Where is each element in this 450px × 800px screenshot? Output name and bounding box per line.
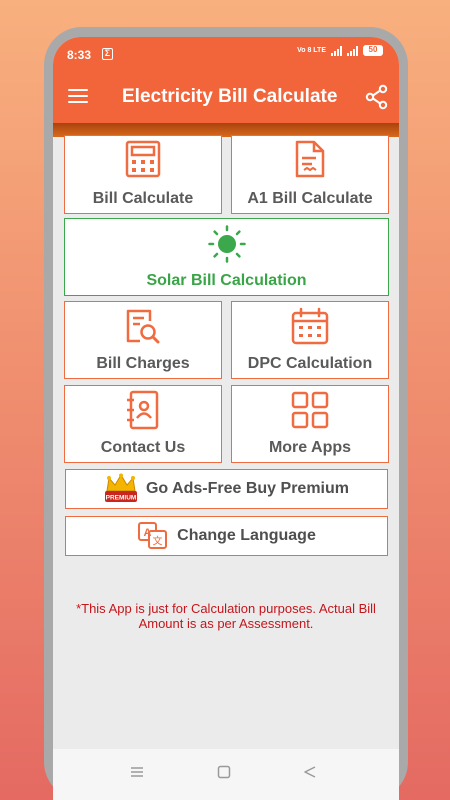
recents-menu-icon[interactable] <box>130 765 144 779</box>
more-apps-label: More Apps <box>268 439 352 456</box>
app-bar: Electricity Bill Calculate <box>53 73 399 123</box>
hamburger-menu-icon[interactable] <box>68 89 88 105</box>
signal-icon <box>331 45 342 56</box>
system-nav-bar <box>53 749 399 800</box>
dpc-calculation-label: DPC Calculation <box>247 355 373 372</box>
contact-book-icon <box>127 390 159 430</box>
sun-icon <box>207 225 246 263</box>
battery-icon: 50 <box>363 45 383 56</box>
premium-badge-text: PREMIUM <box>106 495 137 502</box>
translate-icon: A 文 <box>138 522 168 549</box>
bill-charges-label: Bill Charges <box>96 355 190 372</box>
premium-crown-icon: PREMIUM <box>104 473 137 502</box>
signal-icon-2 <box>347 45 358 56</box>
calculator-icon <box>125 140 161 178</box>
home-square-icon[interactable] <box>217 765 231 779</box>
share-icon[interactable] <box>364 84 390 110</box>
status-time: 8:33 <box>67 48 92 62</box>
bill-charges-button[interactable]: Bill Charges <box>64 301 222 379</box>
back-triangle-icon[interactable] <box>303 765 317 779</box>
calendar-icon <box>291 307 329 345</box>
bill-calculate-label: Bill Calculate <box>92 190 194 207</box>
status-indicators: Vo 8 LTE 50 <box>297 45 383 56</box>
contact-us-button[interactable]: Contact Us <box>64 385 222 463</box>
bill-search-icon <box>126 309 160 344</box>
more-apps-button[interactable]: More Apps <box>231 385 389 463</box>
dpc-calculation-button[interactable]: DPC Calculation <box>231 301 389 379</box>
change-language-label: Change Language <box>177 527 316 544</box>
solar-bill-calculation-button[interactable]: Solar Bill Calculation <box>64 218 389 296</box>
go-premium-button[interactable]: PREMIUM Go Ads-Free Buy Premium <box>65 469 388 509</box>
go-premium-label: Go Ads-Free Buy Premium <box>145 480 349 497</box>
translate-icon-letter-x: 文 <box>153 535 163 548</box>
disclaimer-text: *This App is just for Calculation purpos… <box>76 601 376 631</box>
main-content: Bill Calculate A1 Bill Calculate Solar B… <box>53 135 399 749</box>
document-icon <box>295 140 325 178</box>
status-bar: 8:33 Σ Vo 8 LTE 50 <box>53 37 399 73</box>
a1-bill-calculate-button[interactable]: A1 Bill Calculate <box>231 135 389 214</box>
translate-icon-letter-a: A <box>144 527 152 539</box>
grid-apps-icon <box>291 391 329 429</box>
network-label: Vo 8 LTE <box>297 47 326 54</box>
solar-bill-calculation-label: Solar Bill Calculation <box>146 272 307 289</box>
app-title: Electricity Bill Calculate <box>122 86 338 107</box>
phone-screen: 8:33 Σ Vo 8 LTE 50 Electricity Bill Calc… <box>53 37 399 800</box>
contact-us-label: Contact Us <box>100 439 186 456</box>
notification-icon: Σ <box>102 48 113 60</box>
bill-calculate-button[interactable]: Bill Calculate <box>64 135 222 214</box>
a1-bill-calculate-label: A1 Bill Calculate <box>247 190 373 207</box>
change-language-button[interactable]: A 文 Change Language <box>65 516 388 556</box>
